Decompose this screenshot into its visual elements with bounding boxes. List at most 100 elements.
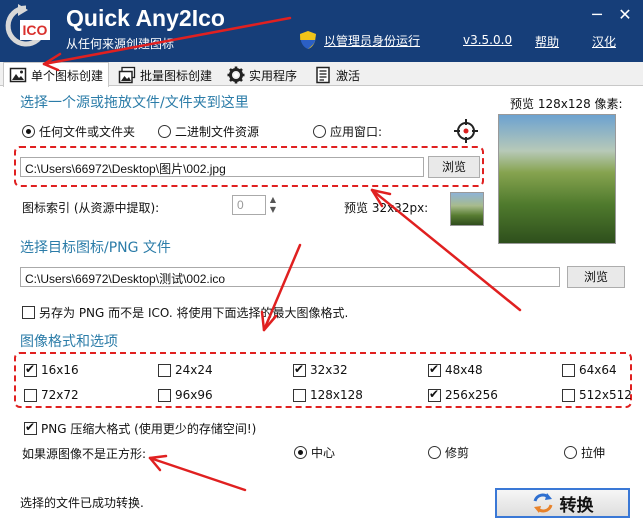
format-256-checkbox[interactable]: 256x256 <box>428 387 498 402</box>
tab-batch-icon[interactable]: 批量图标创建 <box>113 64 217 86</box>
source-browse-button[interactable]: 浏览 <box>428 156 480 178</box>
localize-link[interactable]: 汉化 <box>592 33 616 50</box>
convert-button[interactable]: 转换 <box>495 488 630 518</box>
formats-section-title: 图像格式和选项 <box>20 334 118 350</box>
radio-center-dot <box>294 446 307 459</box>
close-button[interactable]: ✕ <box>616 6 634 24</box>
radio-any-file-label: 任何文件或文件夹 <box>39 125 136 139</box>
radio-binary-resource[interactable]: 二进制文件资源 <box>158 123 259 140</box>
tab-bar: 单个图标创建 批量图标创建 实用程序 激活 <box>0 62 643 87</box>
format-72-checkbox[interactable]: 72x72 <box>24 388 79 402</box>
format-512-label: 512x512 <box>579 388 632 402</box>
radio-app-window-dot <box>313 125 326 138</box>
format-24-box <box>158 363 171 377</box>
run-as-admin-link[interactable]: 以管理员身份运行 <box>298 30 420 50</box>
save-as-png-checkbox[interactable]: 另存为 PNG 而不是 ICO. 将使用下面选择的最大图像格式. <box>22 304 348 321</box>
source-path-input[interactable]: C:\Users\66972\Desktop\图片\002.jpg <box>20 157 424 177</box>
app-window: ICO Quick Any2Ico 从任何来源创建图标 以管理员身份运行 v3.… <box>0 0 643 525</box>
spinner-up-icon[interactable]: ▲ <box>266 195 280 205</box>
format-16-label: 16x16 <box>41 363 79 377</box>
preview-small-label: 预览 32x32px: <box>344 201 429 215</box>
format-48-label: 48x48 <box>445 363 483 377</box>
save-as-png-box <box>22 306 35 319</box>
gear-icon <box>227 66 245 84</box>
format-32-checkbox[interactable]: 32x32 <box>293 362 348 377</box>
format-32-label: 32x32 <box>310 363 348 377</box>
format-128-label: 128x128 <box>310 388 363 402</box>
format-512-box <box>562 388 575 402</box>
png-compress-label: PNG 压缩大格式 (使用更少的存储空间!) <box>41 422 257 436</box>
format-96-box <box>158 388 171 402</box>
preview-large-label: 预览 128x128 像素: <box>510 97 623 111</box>
radio-app-window-label: 应用窗口: <box>330 125 383 139</box>
tab-activate-label: 激活 <box>336 68 361 83</box>
app-subtitle: 从任何来源创建图标 <box>66 37 175 51</box>
tab-utilities[interactable]: 实用程序 <box>222 64 302 86</box>
icon-index-label: 图标索引 (从资源中提取): <box>22 201 160 215</box>
run-as-admin-label: 以管理员身份运行 <box>324 33 421 48</box>
radio-app-window[interactable]: 应用窗口: <box>313 123 382 140</box>
convert-button-label: 转换 <box>559 495 594 516</box>
target-section-title: 选择目标图标/PNG 文件 <box>20 240 171 256</box>
source-section-title: 选择一个源或拖放文件/文件夹到这里 <box>20 95 249 111</box>
format-24-label: 24x24 <box>175 363 213 377</box>
preview-small-image <box>450 192 484 226</box>
app-logo-text: ICO <box>23 22 48 38</box>
format-72-label: 72x72 <box>41 388 79 402</box>
convert-icon <box>533 493 552 513</box>
target-path-input[interactable]: C:\Users\66972\Desktop\测试\002.ico <box>20 267 560 287</box>
crosshair-icon[interactable] <box>454 119 478 143</box>
radio-trim-label: 修剪 <box>445 446 470 460</box>
tab-utilities-label: 实用程序 <box>249 68 298 83</box>
tab-single-icon[interactable]: 单个图标创建 <box>3 62 110 87</box>
radio-trim[interactable]: 修剪 <box>428 444 469 461</box>
format-16-box <box>24 362 37 377</box>
radio-stretch[interactable]: 拉伸 <box>564 444 605 461</box>
format-256-box <box>428 387 441 402</box>
format-512-checkbox[interactable]: 512x512 <box>562 388 632 402</box>
format-72-box <box>24 388 37 402</box>
app-title: Quick Any2Ico <box>66 5 225 31</box>
status-text: 选择的文件已成功转换. <box>20 496 144 510</box>
png-compress-box <box>24 420 37 435</box>
save-as-png-label: 另存为 PNG 而不是 ICO. 将使用下面选择的最大图像格式. <box>39 306 349 320</box>
radio-binary-resource-dot <box>158 125 171 138</box>
format-48-box <box>428 362 441 377</box>
icon-index-spinner[interactable]: ▲ ▼ <box>266 195 280 215</box>
format-96-checkbox[interactable]: 96x96 <box>158 388 213 402</box>
image-icon <box>9 67 27 83</box>
annotation-arrowhead-nonsquare <box>148 454 168 472</box>
document-icon <box>316 66 330 84</box>
target-browse-button[interactable]: 浏览 <box>567 266 625 288</box>
help-link[interactable]: 帮助 <box>535 33 559 50</box>
radio-trim-dot <box>428 446 441 459</box>
format-64-label: 64x64 <box>579 363 617 377</box>
format-48-checkbox[interactable]: 48x48 <box>428 362 483 377</box>
minimize-button[interactable]: ─ <box>588 6 606 24</box>
icon-index-input[interactable]: 0 <box>232 195 266 215</box>
version-link[interactable]: v3.5.0.0 <box>463 33 512 47</box>
tab-single-icon-label: 单个图标创建 <box>31 68 104 83</box>
format-64-box <box>562 363 575 377</box>
radio-stretch-label: 拉伸 <box>581 446 606 460</box>
format-32-box <box>293 362 306 377</box>
radio-center[interactable]: 中心 <box>294 444 335 461</box>
radio-binary-resource-label: 二进制文件资源 <box>175 125 260 139</box>
annotation-arrow-to-nonsquare <box>148 456 247 492</box>
shield-icon <box>300 31 316 49</box>
radio-stretch-dot <box>564 446 577 459</box>
radio-any-file-dot <box>22 125 35 138</box>
png-compress-checkbox[interactable]: PNG 压缩大格式 (使用更少的存储空间!) <box>24 420 256 437</box>
format-24-checkbox[interactable]: 24x24 <box>158 363 213 377</box>
images-icon <box>118 66 136 84</box>
tab-activate[interactable]: 激活 <box>309 64 365 86</box>
radio-center-label: 中心 <box>311 446 336 460</box>
app-logo-icon: ICO <box>5 4 50 47</box>
radio-any-file[interactable]: 任何文件或文件夹 <box>22 123 135 140</box>
format-64-checkbox[interactable]: 64x64 <box>562 363 617 377</box>
format-16-checkbox[interactable]: 16x16 <box>24 362 79 377</box>
spinner-down-icon[interactable]: ▼ <box>266 205 280 215</box>
format-96-label: 96x96 <box>175 388 213 402</box>
format-128-checkbox[interactable]: 128x128 <box>293 388 363 402</box>
tab-batch-icon-label: 批量图标创建 <box>140 68 213 83</box>
